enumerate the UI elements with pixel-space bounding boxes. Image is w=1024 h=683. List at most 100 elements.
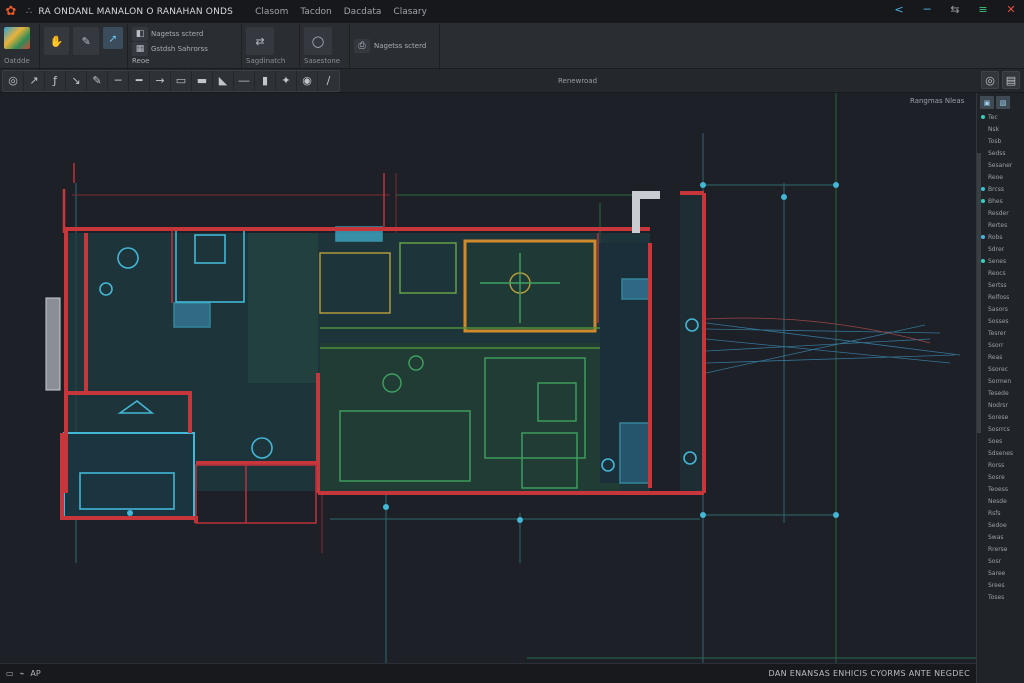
snap-icon[interactable]: ⌁ [20,669,25,678]
sync-icon[interactable]: ⇆ [948,3,962,16]
menu-icon[interactable]: ≡ [976,3,990,16]
ribbon-text-1[interactable]: Nagetss scterd [151,30,203,39]
sketch-icon[interactable]: ✎ [73,27,99,55]
arrow-tool-icon[interactable]: ↗ [24,70,45,91]
menu-item-3[interactable]: Dacdata [344,7,382,17]
palette-item[interactable]: Sedss [977,147,1024,159]
palette-item[interactable]: Sasors [977,303,1024,315]
menu-bar: Clasom Tacdon Dacdata Clasary [255,7,427,17]
palette-item[interactable]: Rsfs [977,507,1024,519]
palette-item[interactable]: Rertes [977,219,1024,231]
palette-item[interactable]: Ssorec [977,363,1024,375]
palette-item[interactable]: Sosr [977,555,1024,567]
palette-header: ▣ ▧ [977,93,1024,111]
menu-item-4[interactable]: Clasary [393,7,427,17]
circle-icon[interactable]: ◉ [297,70,318,91]
block-icon[interactable]: ▬ [192,70,213,91]
pencil-icon[interactable]: ✎ [87,70,108,91]
palette-item[interactable]: Reocs [977,267,1024,279]
app-logo-icon[interactable]: ✿ [0,1,22,23]
palette-item[interactable]: Swas [977,531,1024,543]
panel-icon[interactable]: ▤ [1002,71,1020,89]
palette-item[interactable]: Resder [977,207,1024,219]
palette-item[interactable]: Robs [977,231,1024,243]
diagonal-icon[interactable]: ↘ [66,70,87,91]
palette-item[interactable]: Sosrrcs [977,423,1024,435]
palette-item-dot [981,451,985,455]
palette-item-label: Sosses [988,317,1009,325]
door-icon[interactable]: ▮ [255,70,276,91]
palette-item[interactable]: Sormen [977,375,1024,387]
model-space-icon[interactable]: ▭ [6,669,14,678]
palette-item[interactable]: Nsk [977,123,1024,135]
palette-item-label: Ssorec [988,365,1008,373]
palette-item[interactable]: Saree [977,567,1024,579]
mirror-icon[interactable]: ⇄ [246,27,274,55]
pointer-icon[interactable]: ➚ [102,27,123,49]
line-icon[interactable]: ─ [108,70,129,91]
project-thumbnail[interactable] [4,27,30,49]
view-icon[interactable]: ◯ [304,27,332,55]
palette-item[interactable]: Ssorr [977,339,1024,351]
palette-item[interactable]: Sosses [977,315,1024,327]
close-icon[interactable]: ✕ [1004,3,1018,16]
palette-item-label: Nesde [988,497,1007,505]
ribbon-text-3[interactable]: Reoe [132,57,149,66]
palette-item[interactable]: Relfoss [977,291,1024,303]
palette-item[interactable]: Toses [977,591,1024,603]
ribbon-group-draw: ✋ ✎ ➚ [40,24,128,68]
palette-item[interactable]: Reas [977,351,1024,363]
palette-item[interactable]: Sertss [977,279,1024,291]
quick-access-icon[interactable]: ∴ [26,6,32,17]
orbit-icon[interactable]: ◎ [981,71,999,89]
palette-item[interactable]: Sesaner [977,159,1024,171]
palette-item[interactable]: Tesede [977,387,1024,399]
ribbon-group-export: ⎙ Nagetss scterd [350,24,440,68]
palette-item[interactable]: Nesde [977,495,1024,507]
palette-item[interactable]: Tec [977,111,1024,123]
ribbon-text-export[interactable]: Nagetss scterd [374,42,426,51]
triangle-icon[interactable]: ◣ [213,70,234,91]
menu-item-1[interactable]: Clasom [255,7,288,17]
export-icon[interactable]: ⎙ [354,39,370,53]
palette-item[interactable]: Teoess [977,483,1024,495]
drawing-canvas[interactable]: Rangmas Nleas [0,93,976,663]
palette-scrollbar[interactable] [977,153,981,433]
slash-icon[interactable]: ∕ [318,71,339,91]
palette-item[interactable]: Brcss [977,183,1024,195]
palette-grid-icon[interactable]: ▧ [996,96,1010,109]
palette-item[interactable]: Sdrer [977,243,1024,255]
layer-icon[interactable]: ◧ [132,27,148,41]
menu-item-2[interactable]: Tacdon [300,7,331,17]
minimize-icon[interactable]: ─ [920,3,934,16]
hand-icon[interactable]: ✋ [44,27,70,55]
ribbon-text-2[interactable]: Gstdsh Sahrorss [151,45,208,54]
palette-item[interactable]: Sdsenes [977,447,1024,459]
target-icon[interactable]: ◎ [3,70,24,91]
palette-item[interactable]: Sosre [977,471,1024,483]
palette-item[interactable]: Rorss [977,459,1024,471]
palette-item[interactable]: Bhes [977,195,1024,207]
palette-item[interactable]: Sorese [977,411,1024,423]
wall-icon[interactable]: ― [234,70,255,91]
move-icon[interactable]: → [150,70,171,91]
star-icon[interactable]: ✦ [276,70,297,91]
palette-item[interactable]: Soes [977,435,1024,447]
function-icon[interactable]: ƒ [45,70,66,91]
palette-item-label: Soes [988,437,1003,445]
palette-item[interactable]: Tosb [977,135,1024,147]
back-icon[interactable]: < [892,3,906,16]
palette-item[interactable]: Senes [977,255,1024,267]
palette-item[interactable]: Reoe [977,171,1024,183]
palette-view-icon[interactable]: ▣ [980,96,994,109]
palette-item[interactable]: Rrerse [977,543,1024,555]
palette-item[interactable]: Srees [977,579,1024,591]
thick-line-icon[interactable]: ━ [129,70,150,91]
palette-item[interactable]: Tesrer [977,327,1024,339]
palette-item-label: Tesede [988,389,1009,397]
palette-item[interactable]: Sedoe [977,519,1024,531]
palette-item[interactable]: Nodrsr [977,399,1024,411]
grid-icon[interactable]: ▦ [132,42,148,56]
palette-item-dot [981,511,985,515]
rectangle-icon[interactable]: ▭ [171,70,192,91]
